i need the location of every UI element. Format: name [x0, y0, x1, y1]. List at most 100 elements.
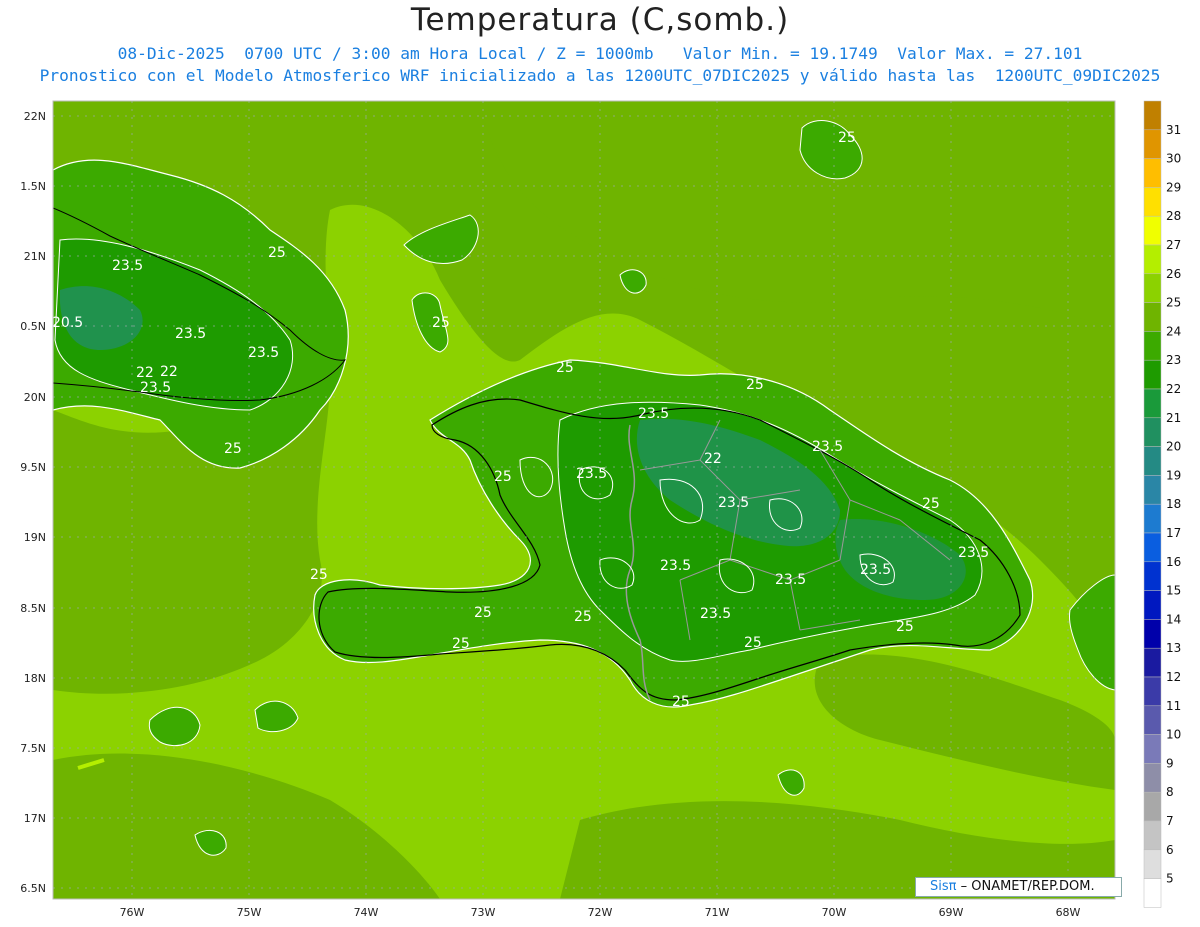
colorbar-label: 12 — [1166, 670, 1181, 684]
contour-label: 23.5 — [812, 439, 843, 455]
contour-label: 25 — [452, 636, 470, 652]
colorbar-label: 24 — [1166, 324, 1181, 338]
temperature-map: 25 23.5 20.5 23.5 23.5 22 22 23.5 25 25 … — [20, 100, 1181, 919]
contour-label: 25 — [268, 245, 286, 261]
credit-text: – ONAMET/REP.DOM. — [960, 879, 1095, 894]
contour-label: 23.5 — [700, 606, 731, 622]
colorbar-swatch — [1143, 187, 1162, 217]
contour-label: 25 — [746, 377, 764, 393]
colorbar-swatch — [1143, 878, 1162, 908]
colorbar-label: 26 — [1166, 267, 1181, 281]
colorbar-label: 7 — [1166, 814, 1174, 828]
lat-tick-label: 21N — [24, 250, 46, 263]
lat-tick-label: 22N — [24, 110, 46, 123]
colorbar-swatch — [1143, 590, 1162, 620]
colorbar-label: 14 — [1166, 612, 1181, 626]
colorbar: 31 30 29 28 27 26 25 24 23 22 21 20 19 18 17 16 15 14 13 12… — [1143, 100, 1181, 908]
contour-label: 25 — [224, 441, 242, 457]
lat-tick-label: 18N — [24, 672, 46, 685]
colorbar-label: 9 — [1166, 756, 1174, 770]
lon-tick-label: 70W — [822, 906, 847, 919]
lon-tick-label: 74W — [354, 906, 379, 919]
lon-tick-label: 71W — [705, 906, 730, 919]
colorbar-label: 18 — [1166, 497, 1181, 511]
contour-label: 23.5 — [958, 545, 989, 561]
colorbar-label: 19 — [1166, 468, 1181, 482]
colorbar-swatch — [1143, 359, 1162, 390]
lat-tick-label: 17N — [24, 812, 46, 825]
colorbar-swatch — [1143, 791, 1162, 822]
colorbar-label: 25 — [1166, 296, 1181, 310]
contour-label: 25 — [838, 130, 856, 146]
colorbar-swatch — [1143, 244, 1162, 275]
lon-tick-label: 76W — [120, 906, 145, 919]
colorbar-swatch — [1143, 561, 1162, 591]
colorbar-swatch — [1143, 503, 1162, 534]
contour-label: 23.5 — [775, 572, 806, 588]
colorbar-swatch — [1143, 417, 1162, 447]
colorbar-label: 11 — [1166, 699, 1181, 713]
colorbar-swatch — [1143, 129, 1162, 159]
colorbar-swatch — [1143, 532, 1162, 563]
contour-label: 25 — [744, 635, 762, 651]
colorbar-label: 21 — [1166, 411, 1181, 425]
colorbar-label: 5 — [1166, 872, 1174, 886]
colorbar-label: 31 — [1166, 123, 1181, 137]
contour-label: 20.5 — [52, 315, 83, 331]
contour-label: 25 — [574, 609, 592, 625]
lon-tick-label: 69W — [939, 906, 964, 919]
contour-label: 23.5 — [718, 495, 749, 511]
map-field: 25 23.5 20.5 23.5 23.5 22 22 23.5 25 25 … — [52, 101, 1115, 899]
colorbar-label: 22 — [1166, 382, 1181, 396]
colorbar-swatch — [1143, 763, 1162, 793]
colorbar-label: 13 — [1166, 641, 1181, 655]
lat-tick-label: 1.5N — [20, 180, 46, 193]
colorbar-label: 10 — [1166, 728, 1181, 742]
contour-label: 25 — [896, 619, 914, 635]
contour-label: 25 — [922, 496, 940, 512]
contour-label: 23.5 — [638, 406, 669, 422]
colorbar-label: 16 — [1166, 555, 1181, 569]
credit-box: Sisπ – ONAMET/REP.DOM. — [915, 877, 1122, 897]
colorbar-swatch — [1143, 158, 1162, 188]
contour-label: 25 — [310, 567, 328, 583]
contour-label: 23.5 — [112, 258, 143, 274]
colorbar-swatch — [1143, 388, 1162, 419]
lat-tick-label: 0.5N — [20, 320, 46, 333]
colorbar-swatch — [1143, 647, 1162, 678]
colorbar-label: 17 — [1166, 526, 1181, 540]
colorbar-swatch — [1143, 705, 1162, 735]
lat-tick-label: 8.5N — [20, 602, 46, 615]
colorbar-swatch — [1143, 446, 1162, 476]
contour-label: 23.5 — [248, 345, 279, 361]
contour-label: 25 — [432, 315, 450, 331]
lat-tick-label: 6.5N — [20, 882, 46, 895]
lon-tick-label: 73W — [471, 906, 496, 919]
colorbar-swatch — [1143, 215, 1162, 246]
colorbar-swatch — [1143, 475, 1162, 505]
lat-tick-label: 9.5N — [20, 461, 46, 474]
colorbar-swatch — [1143, 331, 1162, 361]
lon-axis: 76W 75W 74W 73W 72W 71W 70W 69W 68W — [120, 906, 1081, 919]
colorbar-label: 28 — [1166, 209, 1181, 223]
colorbar-swatch — [1143, 619, 1162, 649]
colorbar-label: 29 — [1166, 180, 1181, 194]
contour-label: 25 — [474, 605, 492, 621]
lon-tick-label: 75W — [237, 906, 262, 919]
lat-tick-label: 20N — [24, 391, 46, 404]
lat-axis: 22N 1.5N 21N 0.5N 20N 9.5N 19N 8.5N 18N … — [20, 110, 46, 895]
colorbar-swatch — [1143, 676, 1162, 707]
colorbar-label: 6 — [1166, 843, 1174, 857]
colorbar-swatch — [1143, 302, 1162, 332]
lat-tick-label: 19N — [24, 531, 46, 544]
contour-label: 25 — [556, 360, 574, 376]
contour-label: 23.5 — [175, 326, 206, 342]
colorbar-swatch — [1143, 820, 1162, 851]
contour-label: 22 — [704, 451, 722, 467]
contour-label: 23.5 — [660, 558, 691, 574]
contour-label: 23.5 — [140, 380, 171, 396]
colorbar-label: 30 — [1166, 152, 1181, 166]
colorbar-swatch — [1143, 273, 1162, 303]
contour-label: 23.5 — [576, 466, 607, 482]
colorbar-label: 20 — [1166, 440, 1181, 454]
